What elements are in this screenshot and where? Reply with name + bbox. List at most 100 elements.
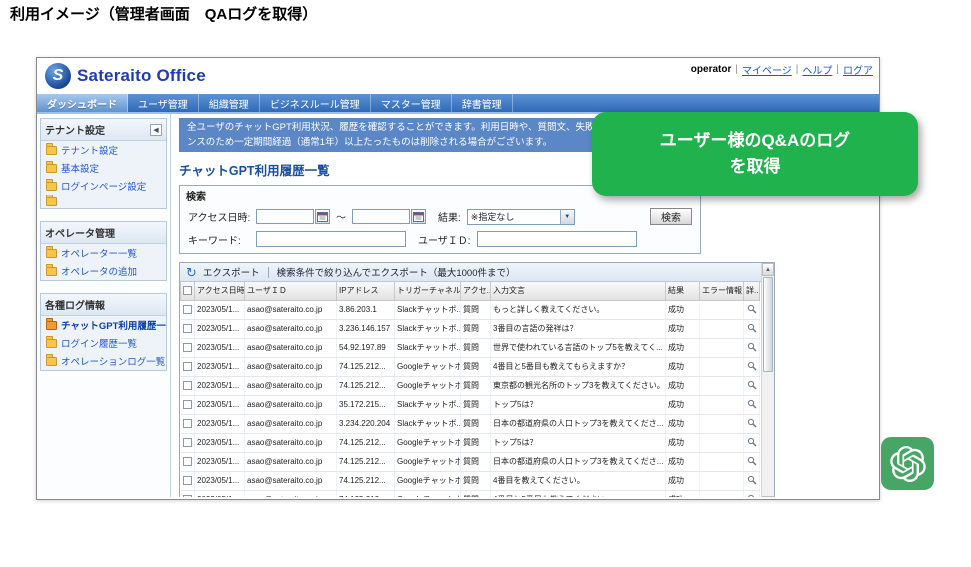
keyword-input[interactable] <box>256 231 406 247</box>
cell-result: 成功 <box>666 490 700 497</box>
select-all-checkbox[interactable] <box>183 286 192 295</box>
col-header-ip: IPアドレス <box>337 282 395 300</box>
cell-channel: Googleチャットボ... <box>395 490 461 497</box>
detail-icon[interactable] <box>747 494 757 498</box>
tab-bar: ダッシュボード ユーザ管理 組織管理 ビジネスルール管理 マスター管理 辞書管理 <box>37 94 879 114</box>
cell-date: 2023/05/1... <box>195 471 245 490</box>
cell-error <box>700 414 744 433</box>
cell-date: 2023/05/1... <box>195 300 245 319</box>
result-select[interactable]: ※指定なし ▼ <box>467 209 575 225</box>
detail-icon[interactable] <box>747 399 757 409</box>
cell-error <box>700 319 744 338</box>
row-checkbox[interactable] <box>183 381 192 390</box>
sidebar-section-title: 各種ログ情報 <box>45 297 105 312</box>
row-checkbox[interactable] <box>183 457 192 466</box>
search-row-1: アクセス日時: ～ 結果: ※指定なし ▼ 検索 <box>180 205 700 228</box>
sidebar-item-login-log[interactable]: ログイン履歴一覧 <box>41 334 166 352</box>
detail-icon[interactable] <box>747 437 757 447</box>
detail-icon[interactable] <box>747 418 757 428</box>
cell-user: asao@sateraito.co.jp <box>245 357 337 376</box>
chevron-down-icon: ▼ <box>560 210 574 224</box>
col-header-access-type: アクセ... <box>461 282 491 300</box>
row-checkbox[interactable] <box>183 343 192 352</box>
tab-master-management[interactable]: マスター管理 <box>371 94 452 112</box>
open-folder-icon <box>46 321 57 330</box>
vertical-scrollbar[interactable]: ▲ ▼ <box>761 263 774 497</box>
cell-type: 質問 <box>461 452 491 471</box>
sidebar-section-header: 各種ログ情報 <box>41 294 166 316</box>
cell-date: 2023/05/1... <box>195 357 245 376</box>
search-row-2: キーワード: ユーザＩＤ: <box>180 228 700 250</box>
row-checkbox[interactable] <box>183 419 192 428</box>
sidebar-item-operator-list[interactable]: オペレーター一覧 <box>41 244 166 262</box>
filtered-export-link[interactable]: 検索条件で絞り込んでエクスポート（最大1000件まで） <box>277 265 516 279</box>
row-checkbox[interactable] <box>183 400 192 409</box>
cell-error <box>700 376 744 395</box>
sidebar-item-chatgpt-log[interactable]: チャットGPT利用履歴一覧 <box>41 316 166 334</box>
refresh-icon[interactable]: ↻ <box>186 266 197 279</box>
scroll-down-icon[interactable]: ▼ <box>762 496 774 497</box>
user-id-input[interactable] <box>477 231 637 247</box>
cell-user: asao@sateraito.co.jp <box>245 433 337 452</box>
detail-icon[interactable] <box>747 456 757 466</box>
row-checkbox[interactable] <box>183 324 192 333</box>
folder-icon <box>46 249 57 258</box>
help-link[interactable]: ヘルプ <box>802 62 832 77</box>
sidebar-item-operation-log[interactable]: オペレーションログ一覧 <box>41 352 166 370</box>
access-date-from-input[interactable] <box>256 209 314 224</box>
cell-user: asao@sateraito.co.jp <box>245 300 337 319</box>
log-table-panel: ↻ エクスポート 検索条件で絞り込んでエクスポート（最大1000件まで） アク <box>179 262 775 497</box>
detail-icon[interactable] <box>747 323 757 333</box>
table-row: 2023/05/1...asao@sateraito.co.jp3.236.14… <box>181 319 760 338</box>
cell-type: 質問 <box>461 414 491 433</box>
sidebar-item-tenant-settings[interactable]: テナント設定 <box>41 141 166 159</box>
row-checkbox[interactable] <box>183 495 192 497</box>
calendar-icon[interactable] <box>411 209 426 224</box>
row-checkbox[interactable] <box>183 476 192 485</box>
tab-user-management[interactable]: ユーザ管理 <box>128 94 199 112</box>
access-date-to-input[interactable] <box>352 209 410 224</box>
scrollbar-thumb[interactable] <box>763 277 773 372</box>
mypage-link[interactable]: マイページ <box>742 62 792 77</box>
row-checkbox[interactable] <box>183 305 192 314</box>
export-link[interactable]: エクスポート <box>203 265 260 279</box>
folder-icon <box>46 182 57 191</box>
cell-user: asao@sateraito.co.jp <box>245 452 337 471</box>
table-toolbar: ↻ エクスポート 検索条件で絞り込んでエクスポート（最大1000件まで） <box>180 263 761 282</box>
tab-dictionary[interactable]: 辞書管理 <box>452 94 513 112</box>
collapse-icon[interactable]: ◀ <box>150 124 162 136</box>
sidebar-item-login-page-settings[interactable]: ログインページ設定 <box>41 177 166 195</box>
cell-ip: 74.125.212... <box>337 490 395 497</box>
cell-type: 質問 <box>461 319 491 338</box>
cell-type: 質問 <box>461 376 491 395</box>
search-button[interactable]: 検索 <box>650 208 692 225</box>
folder-icon <box>46 197 57 206</box>
sidebar: テナント設定 ◀ テナント設定 基本設定 ログインページ設定 <box>37 114 171 497</box>
scroll-up-icon[interactable]: ▲ <box>762 263 774 276</box>
table-header-row: アクセス日時 ユーザＩＤ IPアドレス トリガーチャネル種別 アクセ... 入力… <box>181 282 760 300</box>
detail-icon[interactable] <box>747 342 757 352</box>
detail-icon[interactable] <box>747 380 757 390</box>
detail-icon[interactable] <box>747 361 757 371</box>
cell-channel: Slackチャットボ... <box>395 338 461 357</box>
cell-text: トップ5は？ <box>491 433 666 452</box>
sidebar-item-empty[interactable] <box>41 195 166 208</box>
sidebar-section-title: オペレータ管理 <box>45 225 115 240</box>
cell-error <box>700 490 744 497</box>
folder-icon <box>46 267 57 276</box>
tab-business-rules[interactable]: ビジネスルール管理 <box>260 94 371 112</box>
callout-line2: を取得 <box>730 154 781 180</box>
sidebar-item-operator-add[interactable]: オペレータの追加 <box>41 262 166 280</box>
cell-user: asao@sateraito.co.jp <box>245 319 337 338</box>
row-checkbox[interactable] <box>183 362 192 371</box>
sidebar-item-basic-settings[interactable]: 基本設定 <box>41 159 166 177</box>
tab-org-management[interactable]: 組織管理 <box>199 94 260 112</box>
detail-icon[interactable] <box>747 304 757 314</box>
logout-link[interactable]: ログア <box>843 62 873 77</box>
access-date-label: アクセス日時: <box>188 209 256 224</box>
tab-dashboard[interactable]: ダッシュボード <box>37 94 128 112</box>
cell-date: 2023/05/1... <box>195 338 245 357</box>
calendar-icon[interactable] <box>315 209 330 224</box>
detail-icon[interactable] <box>747 475 757 485</box>
row-checkbox[interactable] <box>183 438 192 447</box>
